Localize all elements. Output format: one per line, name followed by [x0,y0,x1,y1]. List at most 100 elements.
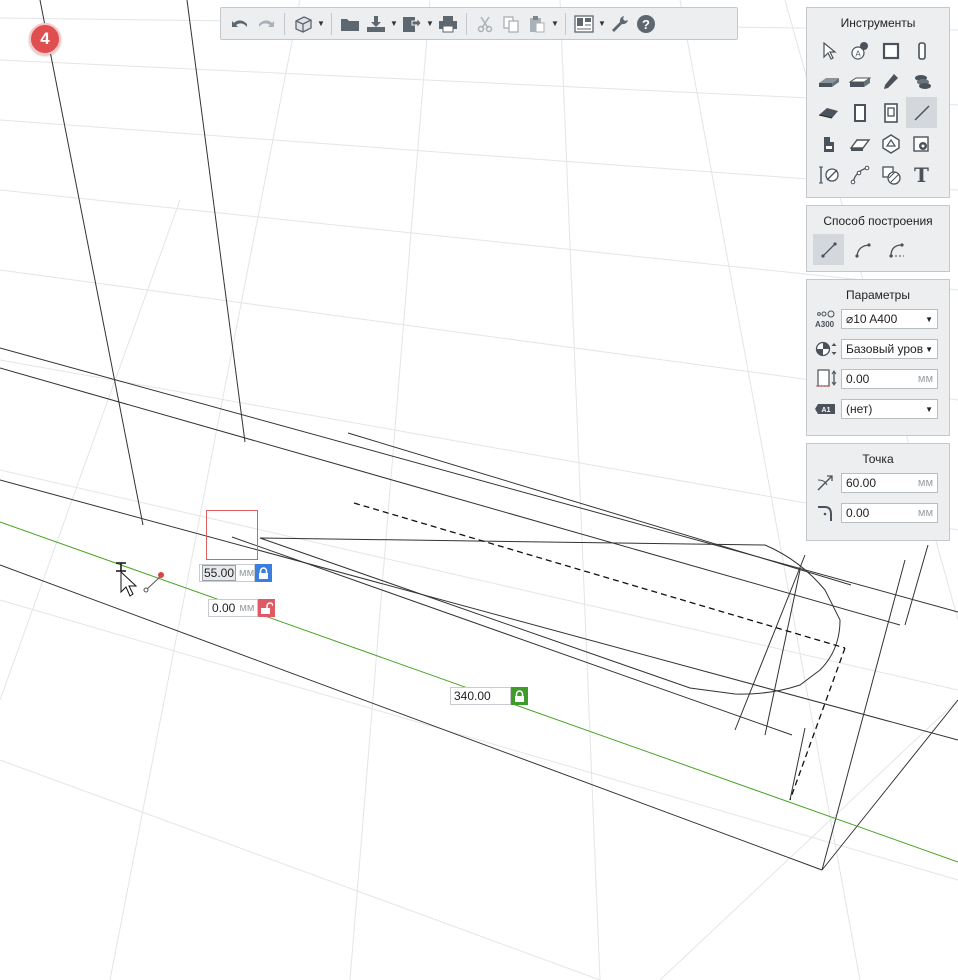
parameters-panel: Параметры A300 ⌀10 A400 ▼ Базовый уровен… [806,279,950,436]
dimension-input-third: 340.00 [450,687,528,705]
svg-text:A300: A300 [815,320,835,329]
method-panel: Способ построения [806,205,950,272]
beam-icon[interactable] [844,66,875,97]
settings-wrench-icon[interactable] [607,11,633,37]
rebar-type-select[interactable]: ⌀10 A400 ▼ [841,309,938,329]
parameters-panel-title: Параметры [846,288,910,302]
text-icon[interactable]: T [906,159,937,190]
rebar-type-row: A300 ⌀10 A400 ▼ [807,304,949,334]
dimension-first-value: 55.00 [201,565,237,581]
dimension-second-unit: мм [239,602,255,614]
paste-icon[interactable] [524,11,550,37]
dimension-second-field[interactable]: 0.00 мм [208,599,258,617]
pen-icon[interactable] [875,66,906,97]
stair-icon[interactable] [813,128,844,159]
select-arrow-icon[interactable] [813,35,844,66]
lock-closed-icon[interactable] [511,687,528,705]
toolbar-separator [565,12,566,35]
toolbar-separator [331,12,332,35]
redo-icon[interactable] [253,11,279,37]
camera-icon[interactable] [906,128,937,159]
method-panel-title: Способ построения [823,214,933,228]
bend-radius-icon [815,502,841,524]
door-icon[interactable] [844,97,875,128]
import-icon[interactable] [363,11,389,37]
point-panel-title: Точка [862,452,894,466]
print-icon[interactable] [435,11,461,37]
export-dropdown-icon[interactable]: ▼ [425,11,435,37]
point-panel: Точка 60.00 мм 0.00 мм [806,443,950,541]
offset-unit: мм [917,373,933,385]
toolbar-separator [284,12,285,35]
point-radius-field[interactable]: 0.00 мм [841,503,938,523]
snap-target-box [206,510,258,560]
dimension-icon[interactable] [813,159,844,190]
level-value: Базовый уровень [846,342,923,356]
point-radius-value: 0.00 [846,506,870,520]
svg-text:?: ? [642,17,650,32]
rebar-type-value: ⌀10 A400 [846,312,898,326]
dimension-third-field[interactable]: 340.00 [450,687,511,705]
layout-sheet-icon[interactable] [571,11,597,37]
undo-icon[interactable] [227,11,253,37]
angle-icon [815,472,841,494]
svg-text:A: A [855,49,861,58]
level-select[interactable]: Базовый уровень ▼ [841,339,938,359]
offset-field[interactable]: 0.00 мм [841,369,938,389]
level-icon [815,338,841,360]
dimension-input-first: 55.00 мм [199,564,272,582]
copy-icon[interactable] [498,11,524,37]
point-angle-row: 60.00 мм [807,468,949,498]
cut-icon[interactable] [472,11,498,37]
rebar-class-icon: A300 [815,308,841,330]
object-icon[interactable] [875,128,906,159]
dimension-first-field[interactable]: 55.00 мм [199,564,255,582]
tools-grid: A T [807,30,949,190]
rebar-stack-icon[interactable] [906,66,937,97]
text-tool-label: T [914,162,929,187]
3d-view-dropdown-icon[interactable]: ▼ [316,11,326,37]
offset-icon [815,368,841,390]
point-angle-value: 60.00 [846,476,877,490]
roof-icon[interactable] [813,97,844,128]
lock-open-icon[interactable] [258,599,275,617]
point-radius-unit: мм [917,507,933,519]
step-badge: 4 [29,23,61,55]
dimension-input-second: 0.00 мм [208,599,275,617]
straight-line-icon[interactable] [813,234,844,265]
layout-dropdown-icon[interactable]: ▼ [597,11,607,37]
window-icon[interactable] [875,97,906,128]
wall-icon[interactable] [875,35,906,66]
line-icon[interactable] [906,97,937,128]
point-angle-field[interactable]: 60.00 мм [841,473,938,493]
offset-value: 0.00 [846,372,870,386]
open-folder-icon[interactable] [337,11,363,37]
chevron-down-icon: ▼ [925,344,933,354]
ramp-icon[interactable] [844,128,875,159]
point-angle-unit: мм [917,477,933,489]
column-icon[interactable] [906,35,937,66]
slab-icon[interactable] [813,66,844,97]
import-dropdown-icon[interactable]: ▼ [389,11,399,37]
tools-panel-title: Инструменты [840,16,916,30]
paste-dropdown-icon[interactable]: ▼ [550,11,560,37]
point-radius-row: 0.00 мм [807,498,949,528]
offset-row: 0.00 мм [807,364,949,394]
annotation-icon[interactable]: A [844,35,875,66]
dimension-second-value: 0.00 [212,601,236,615]
main-toolbar: ▼ ▼ ▼ ▼ ▼ ? [220,7,738,40]
chevron-down-icon: ▼ [925,314,933,324]
hatch-icon[interactable] [875,159,906,190]
3d-view-icon[interactable] [290,11,316,37]
toolbar-separator [466,12,467,35]
dimension-third-value: 340.00 [454,689,491,703]
cursor-with-line-icon [116,562,164,597]
curve-icon[interactable] [844,159,875,190]
chevron-down-icon: ▼ [925,404,933,414]
mark-select[interactable]: (нет) ▼ [841,399,938,419]
fillet-line-icon[interactable] [881,234,912,265]
help-icon[interactable]: ? [633,11,659,37]
lock-closed-icon[interactable] [255,564,272,582]
export-icon[interactable] [399,11,425,37]
arc-line-icon[interactable] [847,234,878,265]
